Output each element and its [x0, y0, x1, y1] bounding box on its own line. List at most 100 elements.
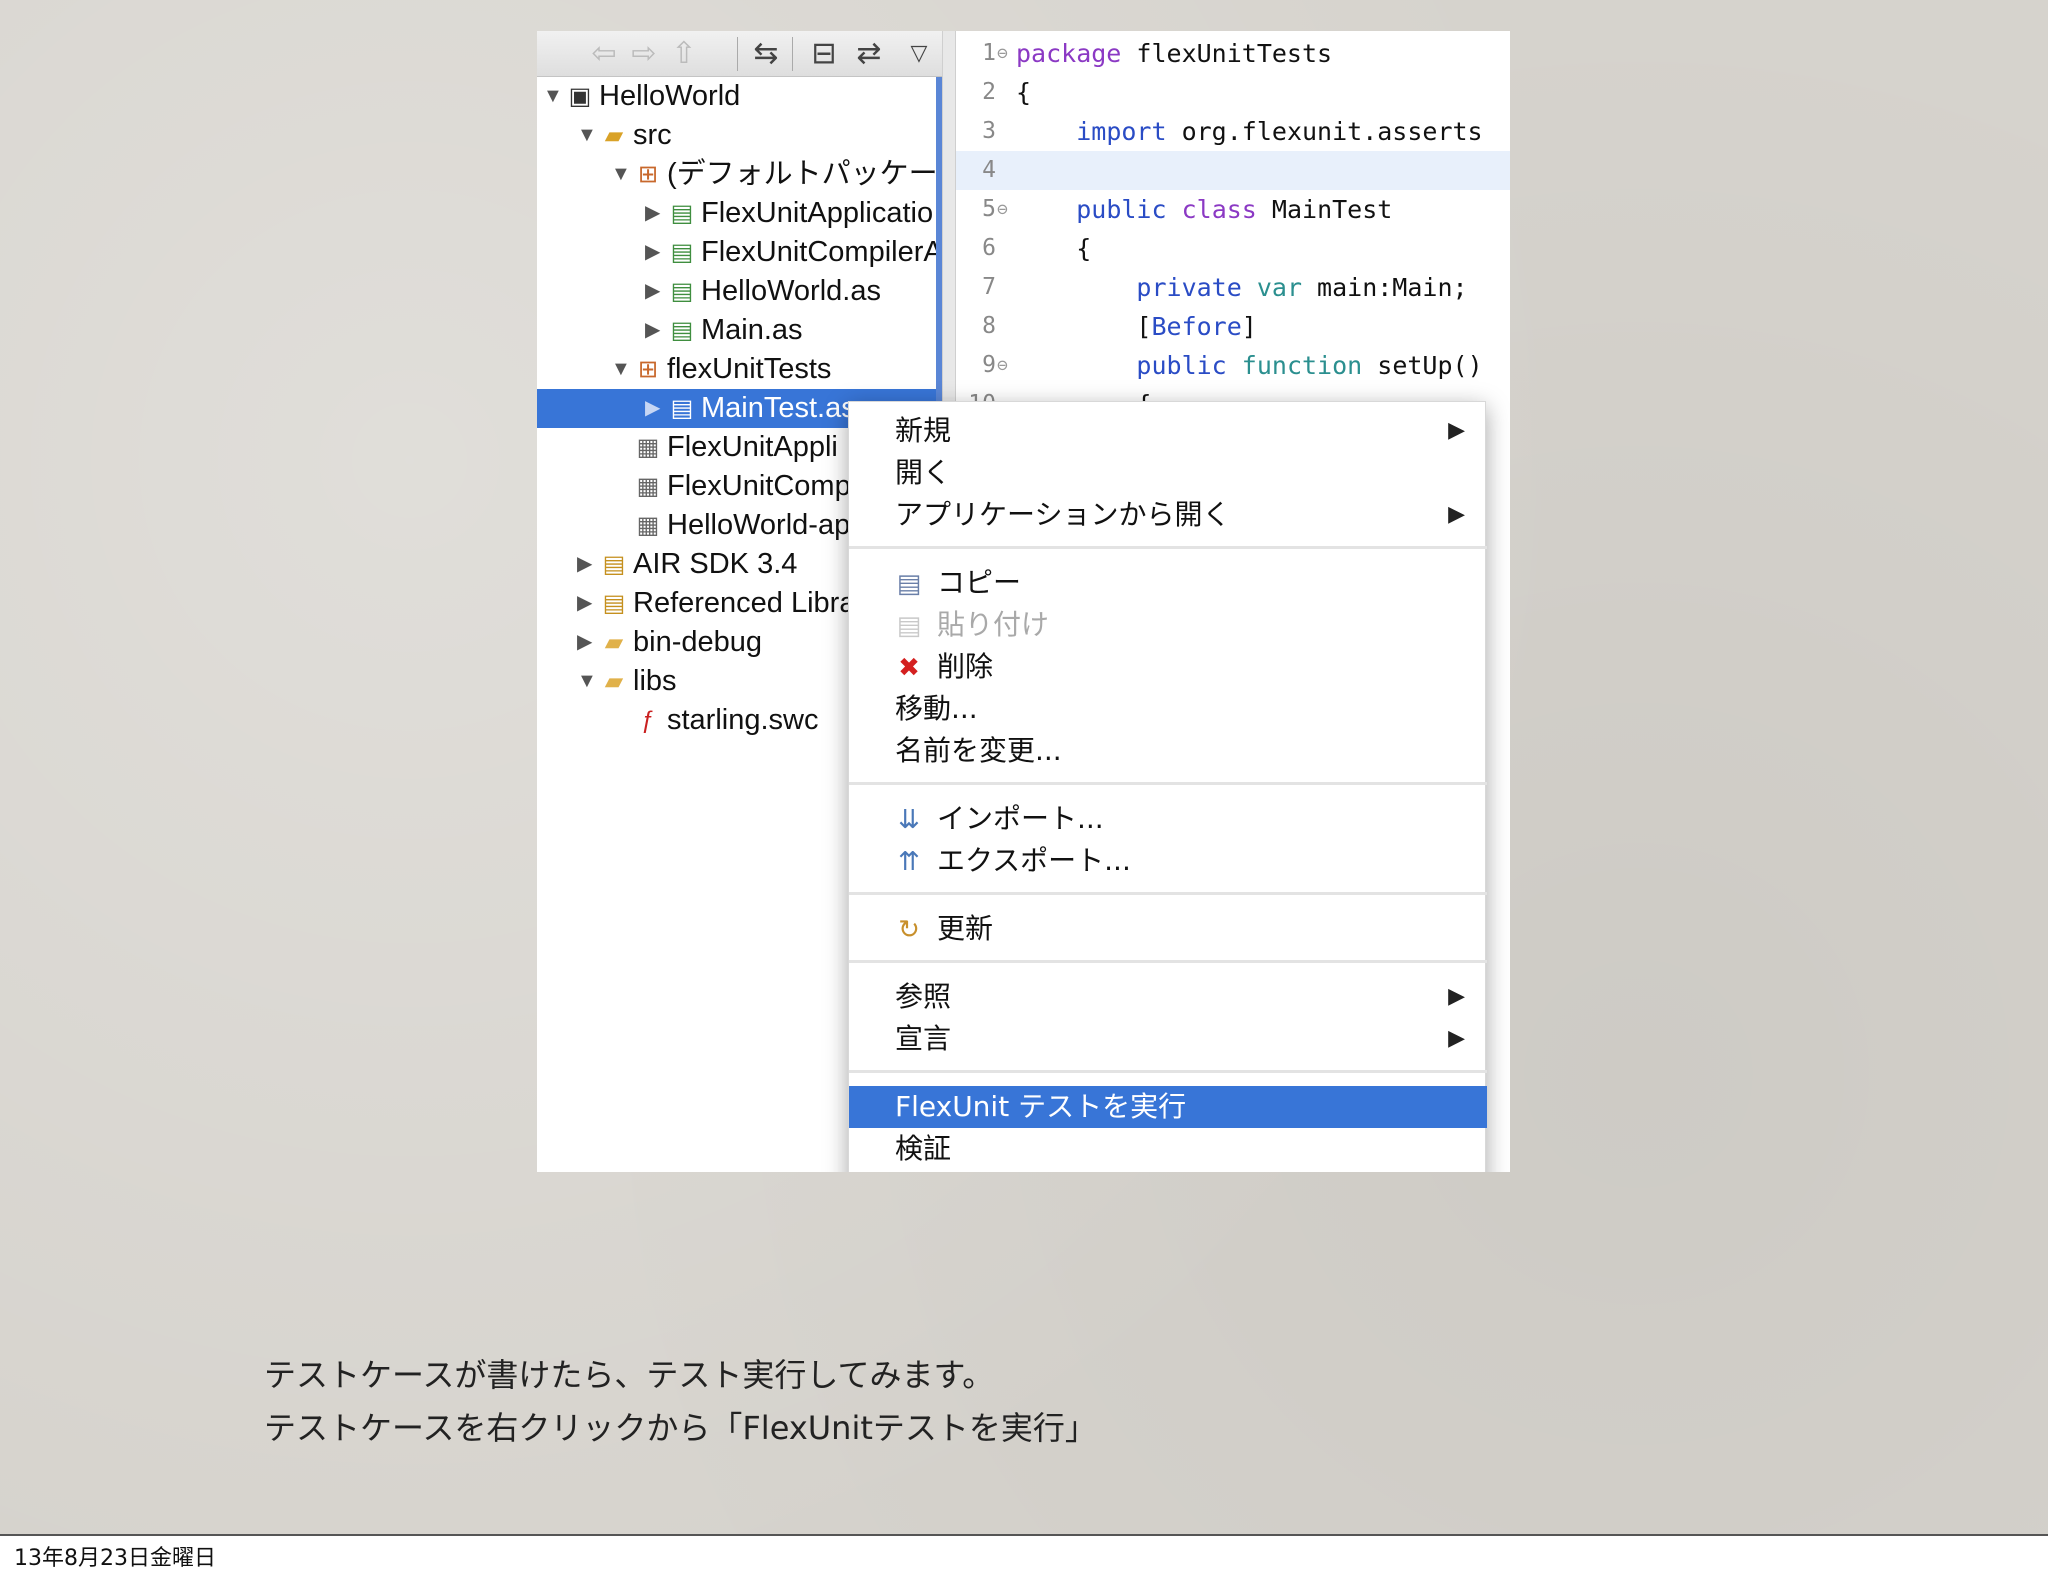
menu-item-label: 削除	[937, 650, 994, 683]
menu-item-label: エクスポート...	[937, 844, 1131, 877]
code-token: main:Main;	[1302, 273, 1468, 302]
tree-item[interactable]: ▶ ▤ Main.as	[537, 311, 942, 350]
code-line[interactable]: 7 private var main:Main;	[956, 268, 1510, 307]
fold-toggle-icon[interactable]: ⊖	[997, 190, 1008, 229]
toolbar-divider	[737, 37, 738, 71]
menu-item[interactable]: FlexUnit テストを実行	[849, 1086, 1487, 1128]
code-token: org.flexunit.asserts	[1166, 117, 1483, 146]
back-icon[interactable]: ⇦	[587, 37, 621, 71]
caption-line-1: テストケースが書けたら、テスト実行してみます。	[264, 1356, 995, 1394]
tree-item-label: FlexUnitAppli	[667, 431, 838, 463]
forward-icon[interactable]: ⇨	[627, 37, 661, 71]
line-number: 6	[982, 235, 996, 261]
tree-item[interactable]: ▼ ▰ src	[537, 116, 942, 155]
menu-separator	[849, 892, 1487, 895]
folder-icon: ▰	[604, 668, 624, 695]
tree-item[interactable]: ▶ ▤ FlexUnitCompilerA	[537, 233, 942, 272]
collapsed-arrow-icon[interactable]: ▶	[577, 623, 597, 662]
tree-item-label: FlexUnitComp	[667, 470, 851, 502]
collapsed-arrow-icon[interactable]: ▶	[577, 545, 597, 584]
code-line[interactable]: 4	[956, 151, 1510, 190]
tree-item[interactable]: ▼ ⊞ flexUnitTests	[537, 350, 942, 389]
sync-icon[interactable]: ⇄	[852, 37, 886, 71]
mxml-file-icon: ▦	[636, 473, 660, 500]
menu-item[interactable]: 移動...	[849, 688, 1487, 730]
package-icon: ⊞	[637, 161, 659, 188]
code-line[interactable]: 5 ⊖ public class MainTest	[956, 190, 1510, 229]
expanded-arrow-icon[interactable]: ▼	[577, 116, 597, 155]
up-icon[interactable]: ⇧	[667, 37, 701, 71]
as-file-icon: ▤	[670, 278, 694, 305]
code-line[interactable]: 2{	[956, 73, 1510, 112]
collapsed-arrow-icon[interactable]: ▶	[645, 311, 665, 350]
collapsed-arrow-icon[interactable]: ▶	[645, 194, 665, 233]
menu-item[interactable]: ▤ コピー	[849, 562, 1487, 604]
context-menu: 新規 ▶ 開く アプリケーションから開く ▶ ▤ コピー ▤ 貼り付け ✖ 削除移動... 名前を変更…	[848, 401, 1487, 1172]
refresh-icon: ↻	[898, 915, 920, 945]
as-file-icon: ▤	[670, 317, 694, 344]
tree-item[interactable]: ▶ ▤ FlexUnitApplicatio	[537, 194, 942, 233]
source-folder-icon: ▰	[604, 122, 624, 149]
fold-toggle-icon[interactable]: ⊖	[997, 34, 1008, 73]
menu-item[interactable]: ↻ 更新	[849, 908, 1487, 950]
tree-item[interactable]: ▼ ⊞ (デフォルトパッケージ	[537, 155, 942, 194]
code-line[interactable]: 9 ⊖ public function setUp()	[956, 346, 1510, 385]
code-keyword: public	[1076, 195, 1167, 224]
code-line[interactable]: 1 ⊖ package flexUnitTests	[956, 34, 1510, 73]
collapsed-arrow-icon[interactable]: ▶	[577, 584, 597, 623]
collapsed-arrow-icon[interactable]: ▶	[645, 272, 665, 311]
code-line[interactable]: 3 import org.flexunit.asserts	[956, 112, 1510, 151]
export-icon: ⇈	[898, 847, 920, 877]
paste-icon: ▤	[896, 611, 922, 641]
tree-item-label: Main.as	[701, 314, 803, 346]
line-number: 5	[982, 196, 996, 222]
collapsed-arrow-icon[interactable]: ▶	[645, 389, 665, 428]
tree-item-label: starling.swc	[667, 704, 819, 736]
tree-item-label: HelloWorld	[599, 80, 741, 112]
menu-item[interactable]: 宣言 ▶	[849, 1018, 1487, 1060]
code-keyword: private	[1136, 273, 1242, 302]
menu-item-label: 新規	[895, 414, 952, 447]
menu-item-label: 更新	[937, 912, 994, 945]
menu-item-label: 貼り付け	[937, 608, 1050, 641]
code-text: import org.flexunit.asserts	[1016, 112, 1483, 151]
menu-item: ▤ 貼り付け	[849, 604, 1487, 646]
menu-item[interactable]: アプリケーションから開く ▶	[849, 494, 1487, 536]
link-editor-icon[interactable]: ⇆	[749, 37, 783, 71]
submenu-arrow-icon: ▶	[1448, 418, 1465, 443]
delete-icon: ✖	[898, 653, 920, 683]
menu-separator	[849, 782, 1487, 785]
code-text: {	[1016, 73, 1031, 112]
menu-item[interactable]: ⇊ インポート...	[849, 798, 1487, 840]
menu-item-label: 宣言	[895, 1022, 952, 1055]
menu-item-label: FlexUnit テストを実行	[895, 1090, 1187, 1123]
code-keyword: Before	[1151, 312, 1242, 341]
expanded-arrow-icon[interactable]: ▼	[611, 350, 631, 389]
expanded-arrow-icon[interactable]: ▼	[611, 155, 631, 194]
code-line[interactable]: 6 {	[956, 229, 1510, 268]
menu-item[interactable]: 開く	[849, 452, 1487, 494]
collapsed-arrow-icon[interactable]: ▶	[645, 233, 665, 272]
expanded-arrow-icon[interactable]: ▼	[577, 662, 597, 701]
submenu-arrow-icon: ▶	[1448, 984, 1465, 1009]
code-line[interactable]: 8 [Before]	[956, 307, 1510, 346]
tree-item[interactable]: ▼ ▣ HelloWorld	[537, 77, 942, 116]
fold-toggle-icon[interactable]: ⊖	[997, 346, 1008, 385]
menu-item[interactable]: ⇈ エクスポート...	[849, 840, 1487, 882]
menu-item[interactable]: 検証	[849, 1128, 1487, 1170]
code-token: {	[1016, 234, 1092, 263]
code-text: [Before]	[1016, 307, 1257, 346]
code-token: ]	[1241, 312, 1257, 341]
menu-item[interactable]: 参照 ▶	[849, 976, 1487, 1018]
tree-item-label: bin-debug	[633, 626, 762, 658]
menu-item[interactable]: 新規 ▶	[849, 410, 1487, 452]
code-text: private var main:Main;	[1016, 268, 1468, 307]
collapse-all-icon[interactable]: ⊟	[807, 37, 841, 71]
tree-item[interactable]: ▶ ▤ HelloWorld.as	[537, 272, 942, 311]
expanded-arrow-icon[interactable]: ▼	[543, 77, 563, 116]
menu-item[interactable]: 名前を変更...	[849, 730, 1487, 772]
menu-item[interactable]: ✖ 削除	[849, 646, 1487, 688]
view-menu-icon[interactable]: ▽	[902, 37, 936, 71]
